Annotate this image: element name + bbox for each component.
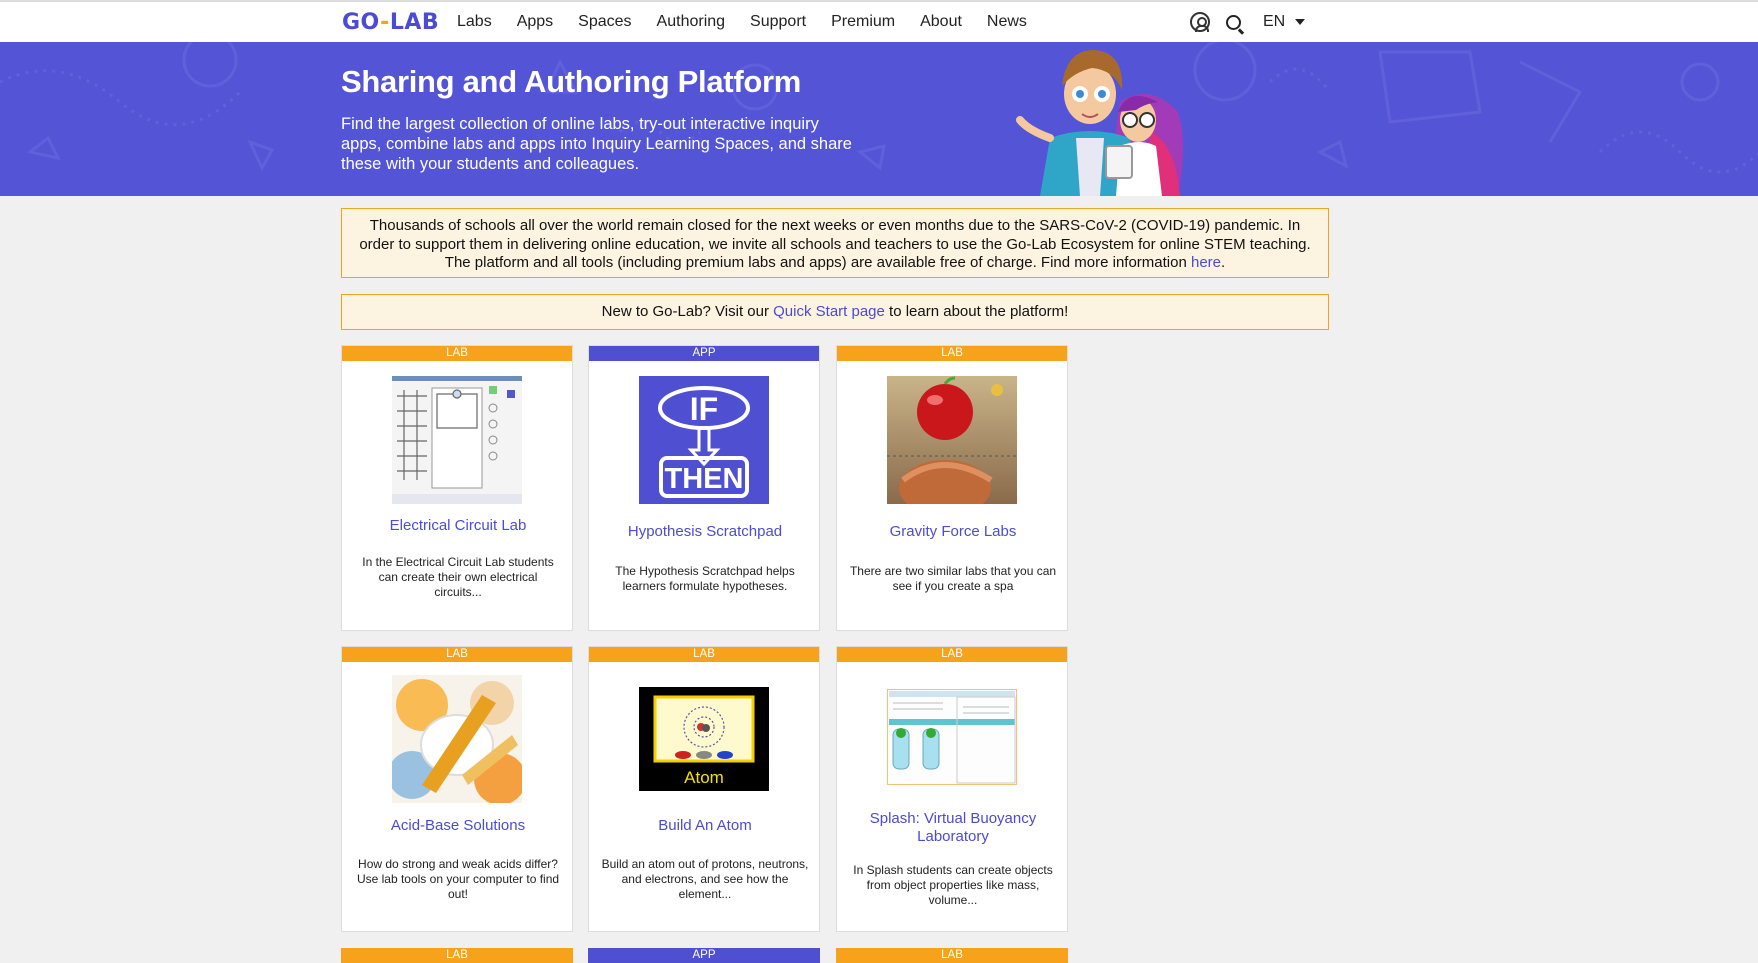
card-thumbnail[interactable] [887,689,1017,785]
top-navbar: GO-LAB Labs Apps Spaces Authoring Suppor… [0,0,1758,42]
covid-notice-link[interactable]: here [1191,254,1221,271]
hero-title: Sharing and Authoring Platform [341,64,802,99]
card-tag[interactable]: APP [588,948,820,963]
card-tag: APP [589,346,819,361]
nav-apps[interactable]: Apps [517,13,553,31]
card-splash-buoyancy-lab[interactable]: LAB Splash: Virtual Buoyancy Laboratory … [836,646,1068,932]
language-selector[interactable]: EN [1263,13,1285,31]
then-label: THEN [665,463,744,495]
go-lab-logo[interactable]: GO-LAB [342,10,439,35]
main-nav: Labs Apps Spaces Authoring Support Premi… [457,2,1052,42]
hero-background-pattern [0,42,1758,174]
card-description: Build an atom out of protons, neutrons, … [601,857,809,901]
card-description: There are two similar labs that you can … [849,564,1057,593]
hero-subtitle: Find the largest collection of online la… [341,115,852,173]
card-thumbnail[interactable] [392,376,522,504]
card-title[interactable]: Splash: Virtual Buoyancy Laboratory [845,810,1061,846]
card-tag: LAB [837,346,1067,361]
nav-news[interactable]: News [987,13,1027,31]
nav-actions: EN [1190,2,1306,42]
teacher-student-illustration [1016,50,1183,196]
card-title[interactable]: Acid-Base Solutions [350,817,566,835]
card-description: The Hypothesis Scratchpad helps learners… [615,564,795,593]
card-tag: LAB [342,346,572,361]
nav-support[interactable]: Support [750,13,806,31]
atom-label: Atom [684,768,724,787]
card-thumbnail[interactable] [392,675,522,803]
card-tag: LAB [342,647,572,662]
if-label: IF [690,391,718,427]
nav-spaces[interactable]: Spaces [578,13,631,31]
nav-authoring[interactable]: Authoring [657,13,726,31]
card-gravity-force-labs[interactable]: LAB Gravity Force Labs There are two sim… [836,345,1068,631]
hero-banner: Sharing and Authoring Platform Find the … [0,42,1758,196]
search-icon[interactable] [1226,14,1241,30]
card-tag: LAB [589,647,819,662]
covid-notice-text: Thousands of schools all over the world … [359,217,1311,271]
chevron-down-icon[interactable] [1295,19,1306,25]
nav-premium[interactable]: Premium [831,13,895,31]
card-acid-base-solutions[interactable]: LAB Acid-Base Solutions How do strong an… [341,646,573,932]
user-icon[interactable] [1190,12,1210,32]
card-hypothesis-scratchpad[interactable]: APP IF THEN Hypothesis Scratchpad The Hy… [588,345,820,631]
nav-labs[interactable]: Labs [457,13,492,31]
card-tag[interactable]: LAB [836,948,1068,963]
card-title[interactable]: Build An Atom [597,817,813,835]
card-description: How do strong and weak acids differ? Use… [356,857,560,901]
card-description: In Splash students can create objects fr… [853,863,1053,907]
card-title[interactable]: Gravity Force Labs [845,523,1061,541]
card-thumbnail[interactable] [887,376,1017,504]
card-thumbnail[interactable]: IF THEN [639,376,769,504]
card-build-an-atom[interactable]: LAB Atom Build An Atom Build an atom out… [588,646,820,932]
card-electrical-circuit-lab[interactable]: LAB Electrical Circuit Lab In the Electr… [341,345,573,631]
card-tag[interactable]: LAB [341,948,573,963]
quick-start-link[interactable]: Quick Start page [773,303,885,320]
card-thumbnail[interactable]: Atom [639,687,769,791]
card-title[interactable]: Hypothesis Scratchpad [597,523,813,541]
covid-notice: Thousands of schools all over the world … [341,208,1329,278]
quickstart-notice: New to Go-Lab? Visit our Quick Start pag… [341,294,1329,330]
card-description: In the Electrical Circuit Lab students c… [362,555,554,599]
nav-about[interactable]: About [920,13,962,31]
card-title[interactable]: Electrical Circuit Lab [350,517,566,535]
card-tag: LAB [837,647,1067,662]
